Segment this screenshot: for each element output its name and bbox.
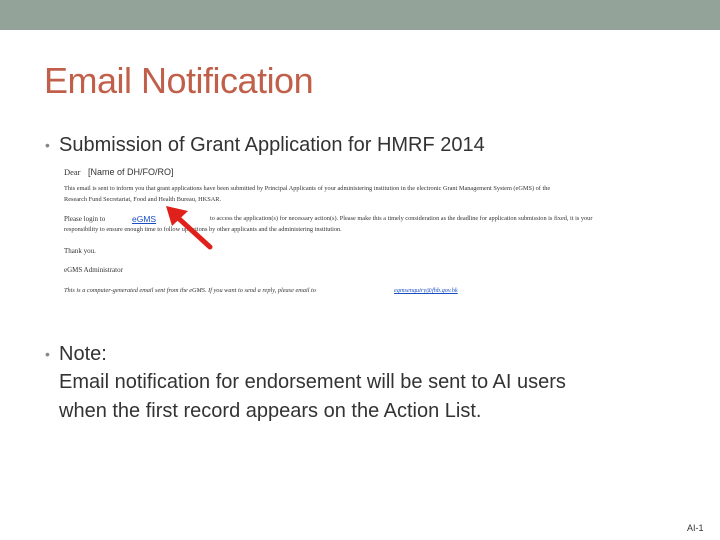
email-salutation: Dear [64,167,81,177]
note-text-line1: Email notification for endorsement will … [59,371,566,393]
email-footer-address[interactable]: egmsenquiry@fhb.gov.hk [394,287,458,294]
bullet-submission-text: Submission of Grant Application for HMRF… [59,134,485,156]
email-footer-note: This is a computer-generated email sent … [64,287,316,294]
email-signature: eGMS Administrator [64,266,123,274]
bullet-submission: • Submission of Grant Application for HM… [45,132,485,158]
top-bar [0,0,720,30]
page-number: AI-1 [687,523,704,533]
email-screenshot: Dear [Name of DH/FO/RO] This email is se… [62,163,662,303]
email-login-prefix: Please login to [64,215,106,223]
slide-title: Email Notification [44,60,314,101]
note-text-line2: when the first record appears on the Act… [59,400,482,422]
bullet-dot: • [45,137,50,153]
egms-link[interactable]: eGMS [132,214,156,224]
email-body-line1: This email is sent to inform you that gr… [64,185,551,192]
email-recipient: [Name of DH/FO/RO] [88,167,174,177]
red-arrow-icon [166,206,213,250]
email-login-suffix: to access the application(s) for necessa… [210,215,593,222]
bullet-note-label: Note: [59,343,107,365]
bullet-note: • Note: [45,341,107,367]
email-thanks: Thank you. [64,247,96,255]
bullet-dot: • [45,346,50,362]
